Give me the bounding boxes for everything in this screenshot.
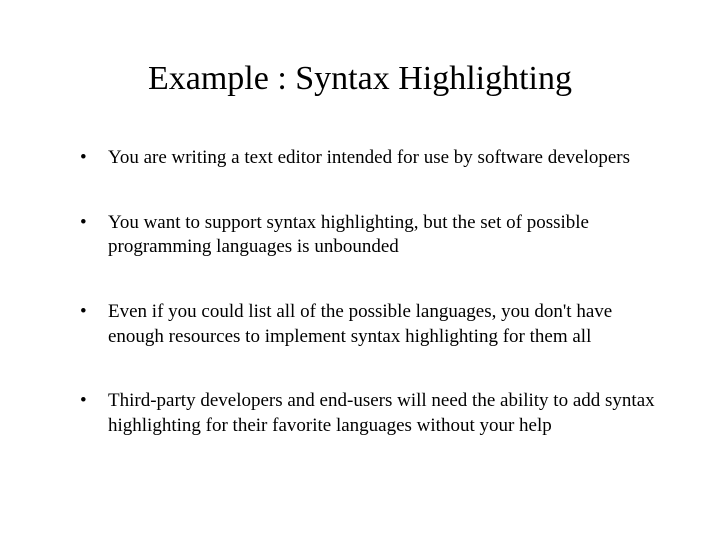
bullet-item: You want to support syntax highlighting,… [80,211,660,260]
bullet-item: Even if you could list all of the possib… [80,300,660,349]
slide-title: Example : Syntax Highlighting [60,60,660,98]
bullet-item: You are writing a text editor intended f… [80,146,660,171]
bullet-item: Third-party developers and end-users wil… [80,389,660,438]
bullet-list: You are writing a text editor intended f… [60,146,660,439]
